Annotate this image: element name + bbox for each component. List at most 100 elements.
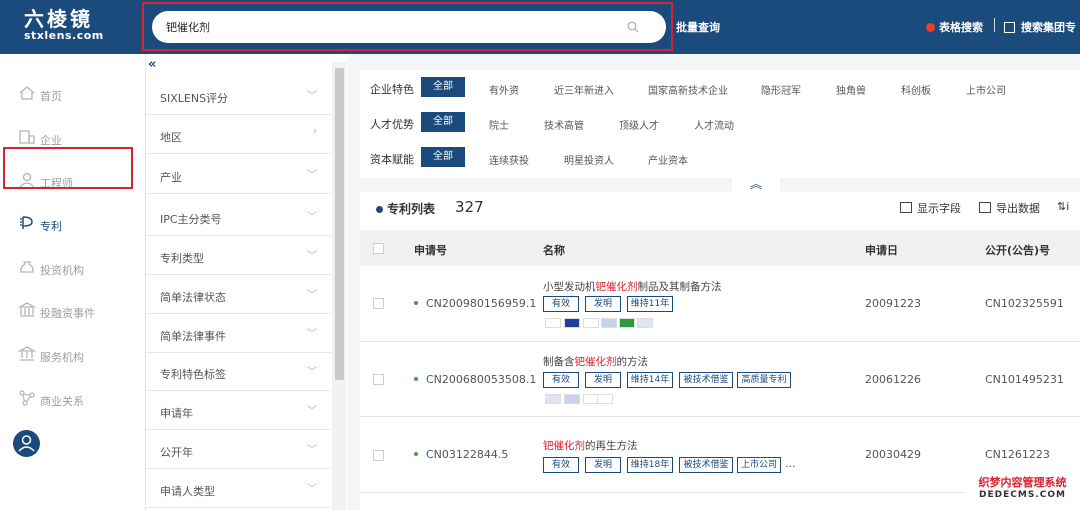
- facet-option[interactable]: 院士: [489, 117, 509, 132]
- facet-option[interactable]: 近三年新进入: [554, 82, 614, 97]
- filter-patent-type[interactable]: 专利类型 ﹀: [146, 236, 331, 275]
- group-search-label: 搜索集团专: [1021, 21, 1076, 34]
- list-title-text: 专利列表: [387, 202, 436, 216]
- facet-option[interactable]: 有外资: [489, 82, 519, 97]
- duration-badge: 维持18年: [627, 457, 673, 473]
- table-search-label: 表格搜索: [939, 21, 983, 34]
- facet-option[interactable]: 连续获投: [489, 152, 529, 167]
- divider: [994, 18, 995, 32]
- row-checkbox[interactable]: [373, 298, 384, 309]
- nav-item-home[interactable]: 首页: [0, 75, 146, 115]
- title-text: 制品及其制备方法: [637, 281, 722, 293]
- facet-option[interactable]: 产业资本: [648, 152, 688, 167]
- nav-item-investment-events[interactable]: 投融资事件: [0, 292, 146, 332]
- filter-industry[interactable]: 产业 ﹀: [146, 155, 331, 194]
- column-header-app-no[interactable]: 申请号: [414, 242, 447, 258]
- expand-facets-icon[interactable]: ︽: [732, 178, 780, 192]
- filter-application-year[interactable]: 申请年 ﹀: [146, 391, 331, 430]
- nav-item-business-relations[interactable]: 商业关系: [0, 380, 146, 420]
- application-date: 20030429: [865, 448, 921, 461]
- facet-option[interactable]: 明星投资人: [564, 152, 614, 167]
- row-checkbox[interactable]: [373, 450, 384, 461]
- filter-publication-year[interactable]: 公开年 ﹀: [146, 430, 331, 469]
- publication-number[interactable]: CN102325591: [985, 297, 1064, 310]
- filter-label: SIXLENS评分: [160, 92, 229, 105]
- flag-jp-icon: [583, 318, 599, 328]
- row-checkbox[interactable]: [373, 374, 384, 385]
- watermark-line1: 织梦内容管理系统: [978, 476, 1067, 489]
- table-search-icon: [926, 23, 935, 32]
- search-input[interactable]: [166, 18, 616, 36]
- nav-item-patent[interactable]: 专利: [0, 205, 146, 245]
- group-search-checkbox[interactable]: [1004, 22, 1015, 33]
- patent-title[interactable]: 小型发动机钯催化剂制品及其制备方法: [543, 279, 722, 294]
- filter-scrollbar-thumb[interactable]: [335, 68, 344, 380]
- duration-badge: 维持14年: [627, 372, 673, 388]
- filter-patent-tags[interactable]: 专利特色标签 ﹀: [146, 352, 331, 391]
- facet-option[interactable]: 顶级人才: [619, 117, 659, 132]
- nav-item-service[interactable]: 服务机构: [0, 336, 146, 376]
- nav-label: 商业关系: [40, 395, 84, 408]
- facet-option[interactable]: 技术高管: [544, 117, 584, 132]
- logo[interactable]: 六棱镜 stxlens.com: [24, 8, 114, 42]
- watermark-line2: DEDECMS.COM: [979, 490, 1066, 500]
- facet-option[interactable]: 独角兽: [836, 82, 866, 97]
- filter-legal-event[interactable]: 简单法律事件 ﹀: [146, 314, 331, 353]
- facet-option[interactable]: 隐形冠军: [761, 82, 801, 97]
- chevron-right-icon: ›: [313, 126, 317, 137]
- group-search-toggle[interactable]: 搜索集团专: [1004, 19, 1076, 35]
- patent-title[interactable]: 钯催化剂的再生方法: [543, 438, 638, 453]
- patent-title[interactable]: 制备含钯催化剂的方法: [543, 354, 648, 369]
- more-tags-indicator[interactable]: ...: [785, 457, 796, 470]
- batch-query-link[interactable]: 批量查询: [676, 19, 720, 35]
- bank-icon: [18, 346, 36, 361]
- facet-talent-all-button[interactable]: 全部: [421, 112, 465, 132]
- select-all-checkbox[interactable]: [373, 243, 384, 254]
- nav-label: 企业: [40, 134, 62, 147]
- facet-capital-all-button[interactable]: 全部: [421, 147, 465, 167]
- chevron-down-icon: ﹀: [307, 445, 317, 456]
- row-divider: [360, 341, 1080, 342]
- filter-region[interactable]: 地区 ›: [146, 115, 331, 154]
- export-icon: [979, 202, 991, 213]
- title-text: 制备含: [543, 356, 575, 368]
- filter-applicant-type[interactable]: 申请人类型 ﹀: [146, 469, 331, 508]
- table-search-link[interactable]: 表格搜索: [926, 19, 983, 35]
- export-button[interactable]: 导出数据: [979, 200, 1040, 216]
- status-dot-icon: [414, 452, 418, 456]
- facet-option[interactable]: 国家高新技术企业: [648, 82, 728, 97]
- publication-number[interactable]: CN1261223: [985, 448, 1050, 461]
- list-bullet-icon: [376, 206, 383, 213]
- column-header-app-date[interactable]: 申请日: [865, 242, 898, 258]
- logo-domain: stxlens.com: [24, 29, 104, 42]
- flag-wo-icon: [637, 318, 653, 328]
- facet-option[interactable]: 科创板: [901, 82, 931, 97]
- type-badge: 发明: [585, 372, 621, 388]
- application-number[interactable]: CN200980156959.1: [414, 297, 536, 310]
- sort-label: i: [1066, 200, 1070, 213]
- application-date: 20091223: [865, 297, 921, 310]
- user-avatar-icon[interactable]: [13, 430, 40, 457]
- application-number[interactable]: CN200680053508.1: [414, 373, 536, 386]
- search-icon[interactable]: [627, 21, 639, 33]
- filter-sixlens-score[interactable]: SIXLENS评分 ﹀: [146, 76, 331, 115]
- facet-option[interactable]: 人才流动: [694, 117, 734, 132]
- chevron-down-icon: ﹀: [307, 290, 317, 301]
- column-header-pub-no[interactable]: 公开(公告)号: [985, 242, 1050, 258]
- tech-reference-badge: 被技术借鉴: [679, 372, 733, 388]
- facet-enterprise-all-button[interactable]: 全部: [421, 77, 465, 97]
- sort-button[interactable]: ⇅i: [1057, 200, 1069, 213]
- publication-number[interactable]: CN101495231: [985, 373, 1064, 386]
- nav-item-investor[interactable]: 投资机构: [0, 249, 146, 289]
- nav-label: 首页: [40, 90, 62, 103]
- column-header-name[interactable]: 名称: [543, 242, 565, 258]
- filter-label: 简单法律事件: [160, 330, 226, 343]
- filter-ipc[interactable]: IPC主分类号 ﹀: [146, 197, 331, 236]
- show-fields-button[interactable]: 显示字段: [900, 200, 961, 216]
- collapse-sidebar-icon[interactable]: «: [148, 57, 156, 72]
- status-badge: 有效: [543, 457, 579, 473]
- facet-option[interactable]: 上市公司: [966, 82, 1006, 97]
- filter-label: 简单法律状态: [160, 291, 226, 304]
- filter-legal-status[interactable]: 简单法律状态 ﹀: [146, 275, 331, 314]
- application-number[interactable]: CN03122844.5: [414, 448, 508, 461]
